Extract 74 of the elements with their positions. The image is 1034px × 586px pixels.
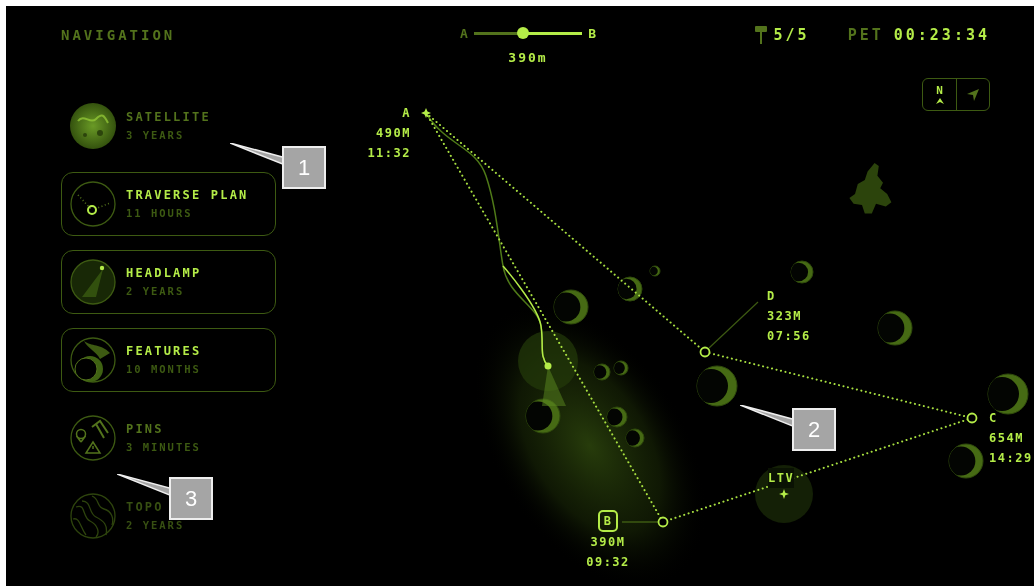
crater-drawing — [696, 365, 738, 407]
layer-toggle[interactable]: SATELLITE 3 YEARS — [61, 94, 276, 158]
crater-drawing — [877, 310, 913, 346]
waypoint-eta: 09:32 — [586, 554, 630, 571]
pin-count: 5/5 — [773, 25, 810, 46]
crater-drawing — [790, 260, 814, 284]
north-caret-icon — [935, 98, 944, 104]
layer-thumbnail-icon — [70, 415, 116, 461]
layer-title: SATELLITE — [126, 109, 211, 127]
progress-start-label: A — [460, 25, 468, 43]
layer-age: 3 MINUTES — [126, 440, 201, 456]
layer-thumbnail-icon — [70, 259, 116, 305]
layer-toggle[interactable]: TRAVERSE PLAN 11 HOURS — [61, 172, 276, 236]
crater-drawing — [649, 265, 661, 277]
distance-reading: 390m — [508, 48, 548, 67]
layer-title: TOPO — [126, 499, 165, 517]
waypoint-distance: 654M — [989, 430, 1024, 447]
waypoint-name[interactable]: B — [597, 510, 619, 532]
layer-age: 3 YEARS — [126, 128, 186, 144]
layer-age: 11 HOURS — [126, 206, 194, 222]
crater-drawing — [625, 428, 645, 448]
waypoint-star-icon[interactable] — [421, 108, 431, 118]
waypoint-distance: 490M — [376, 125, 411, 142]
waypoint-eta: 14:29 — [989, 450, 1033, 467]
crater-drawing — [606, 406, 628, 428]
layer-title: FEATURES — [126, 343, 202, 361]
crater-drawing — [613, 360, 629, 376]
rover-label: LTV — [768, 470, 795, 487]
leader-line — [708, 301, 759, 349]
layer-age: 2 YEARS — [126, 518, 185, 534]
crater-drawing — [948, 443, 984, 479]
layer-thumbnail-icon — [70, 493, 116, 539]
layer-age: 10 MONTHS — [126, 362, 202, 378]
rover-position-dot — [544, 362, 552, 370]
layer-thumbnail-icon — [70, 337, 116, 383]
pin-icon — [753, 25, 768, 46]
crater-drawing — [553, 289, 589, 325]
callout-marker: 3 — [169, 477, 213, 520]
waypoint-node[interactable] — [657, 516, 669, 528]
waypoint-name: A — [402, 105, 411, 122]
leader-line — [621, 521, 659, 523]
waypoint-node[interactable] — [966, 412, 978, 424]
waypoint-distance: 390M — [590, 534, 626, 551]
screen-title: NAVIGATION — [61, 26, 177, 45]
layer-thumbnail-icon — [70, 103, 116, 149]
crater-drawing — [617, 276, 643, 302]
crater-drawing — [593, 363, 611, 381]
waypoint-name: D — [767, 288, 776, 305]
rover-range-circle — [518, 331, 578, 391]
rover-star-icon — [779, 489, 789, 499]
layer-age: 2 YEARS — [126, 284, 186, 300]
waypoint-node[interactable] — [699, 346, 711, 358]
layer-toggle[interactable]: HEADLAMP 2 YEARS — [61, 250, 276, 314]
pet-timer: 00:23:34 — [893, 25, 990, 46]
waypoint-name: C — [989, 410, 998, 427]
crater-drawing — [525, 398, 561, 434]
layer-thumbnail-icon — [70, 181, 116, 227]
waypoint-eta: 11:32 — [367, 145, 411, 162]
crater-drawing — [987, 373, 1029, 415]
waypoint-distance: 323M — [767, 308, 802, 325]
layer-toggle[interactable]: PINS 3 MINUTES — [61, 406, 276, 470]
progress-end-label: B — [588, 25, 596, 43]
north-up-button[interactable]: N — [923, 79, 956, 110]
layer-toggle[interactable]: FEATURES 10 MONTHS — [61, 328, 276, 392]
layer-title: HEADLAMP — [126, 265, 202, 283]
layer-title: TRAVERSE PLAN — [126, 187, 249, 205]
waypoint-eta: 07:56 — [767, 328, 811, 345]
rover-heading-cone — [542, 366, 566, 406]
navigation-arrow-icon — [967, 88, 979, 101]
layer-title: PINS — [126, 421, 165, 439]
rock-outcrop-drawing — [849, 163, 892, 214]
callout-marker: 1 — [282, 146, 326, 189]
pet-label: PET — [847, 25, 884, 46]
callout-marker: 2 — [792, 408, 836, 451]
